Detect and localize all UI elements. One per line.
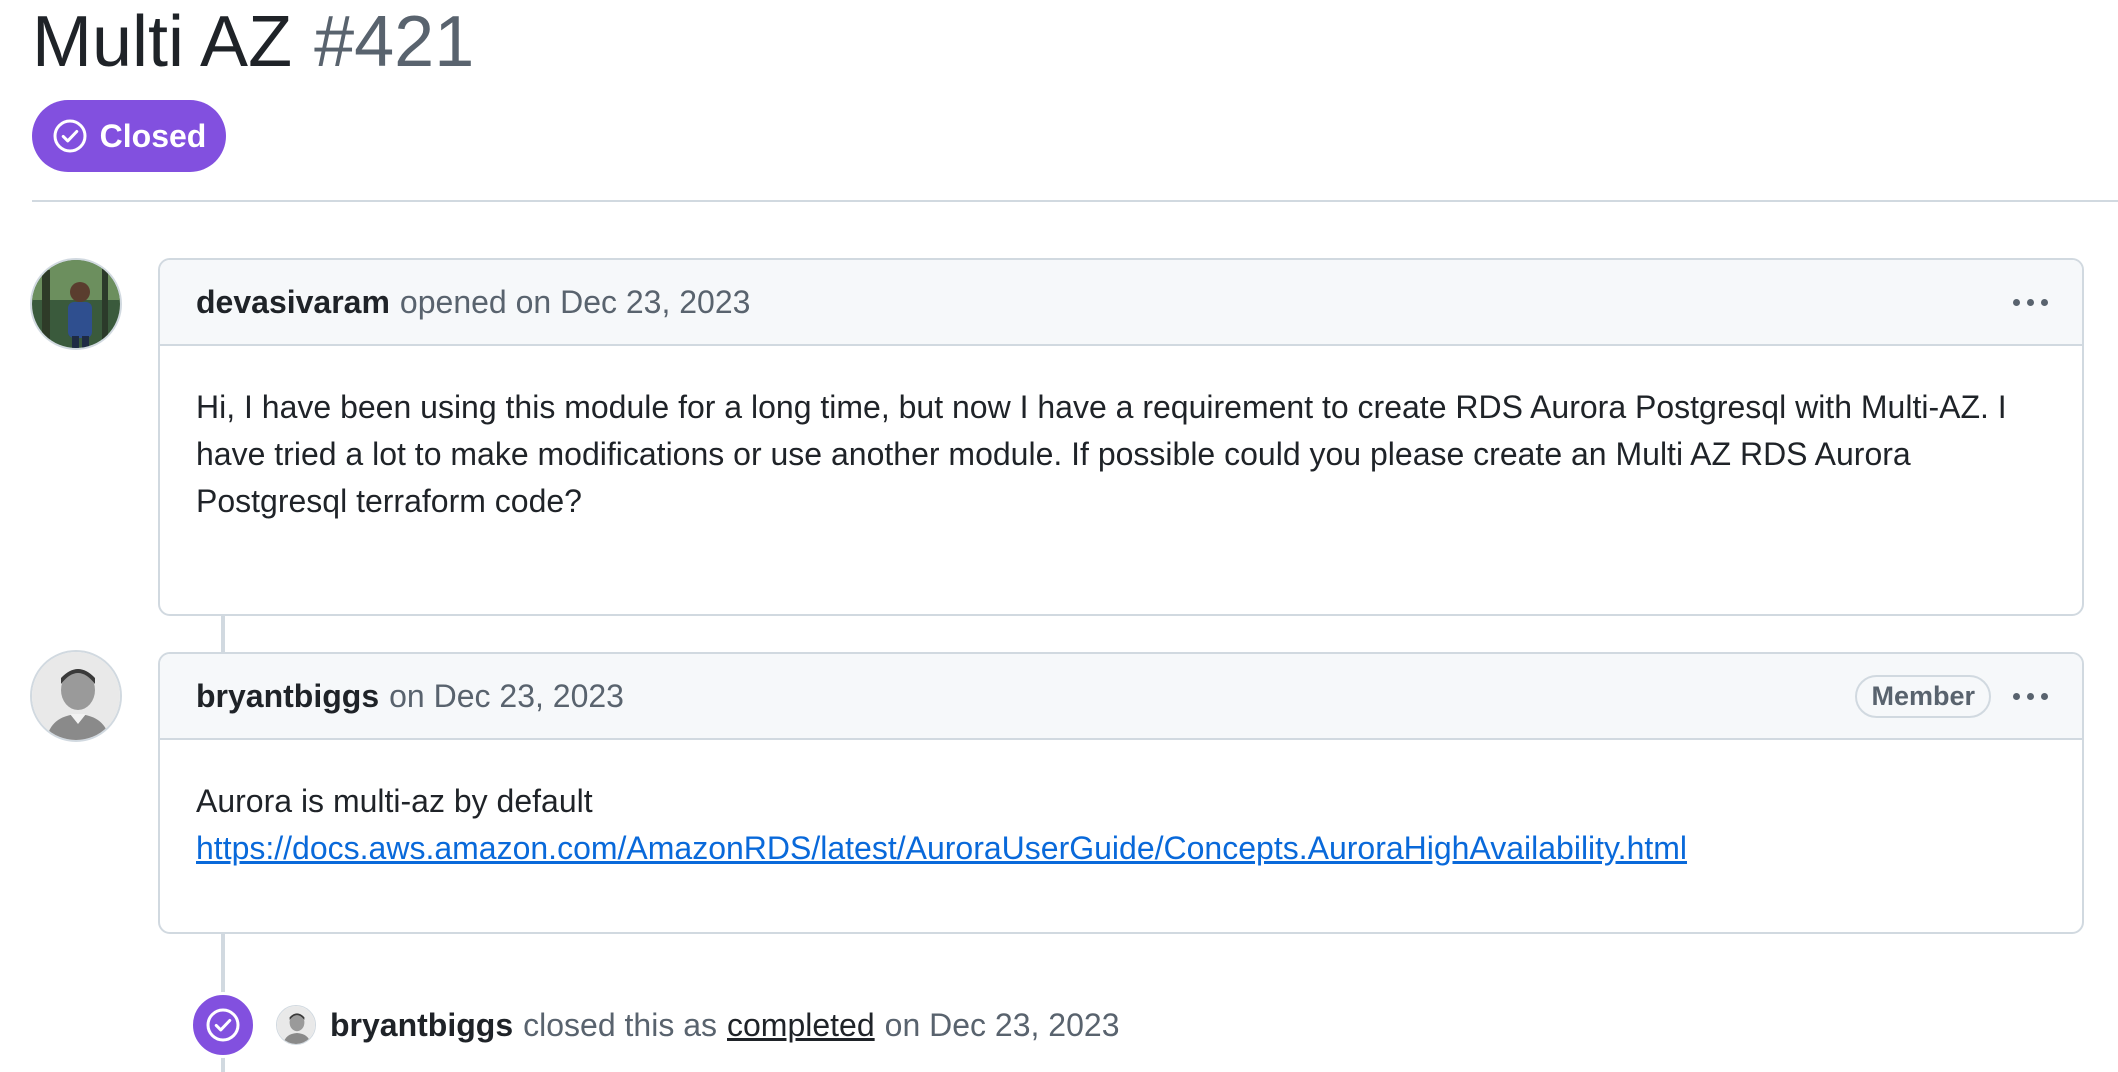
header-divider (32, 200, 2118, 202)
more-options-icon[interactable] (2013, 681, 2048, 711)
comment-header: bryantbiggs on Dec 23, 2023 Member (160, 654, 2082, 740)
issue-title: Multi AZ (32, 2, 293, 82)
avatar[interactable] (30, 258, 122, 350)
avatar-photo-icon (32, 260, 120, 348)
avatar-photo-icon (277, 1006, 315, 1044)
comment-body: Aurora is multi-az by default https://do… (160, 740, 2082, 912)
event-avatar[interactable] (276, 1005, 316, 1045)
avatar-photo-icon (32, 652, 120, 740)
avatar[interactable] (30, 650, 122, 742)
comment-author[interactable]: devasivaram (196, 284, 390, 321)
event-author[interactable]: bryantbiggs (330, 1007, 513, 1044)
check-circle-icon (53, 119, 87, 153)
comment-body: Hi, I have been using this module for a … (160, 346, 2082, 565)
event-date[interactable]: on Dec 23, 2023 (885, 1007, 1120, 1044)
check-circle-icon (206, 1008, 240, 1042)
closed-event-badge (190, 992, 256, 1058)
docs-link[interactable]: https://docs.aws.amazon.com/AmazonRDS/la… (196, 830, 1687, 866)
comment-author[interactable]: bryantbiggs (196, 678, 379, 715)
comment-text: Hi, I have been using this module for a … (196, 389, 2007, 519)
timeline-line (221, 616, 225, 656)
role-badge: Member (1855, 674, 1991, 718)
comment-meta[interactable]: opened on Dec 23, 2023 (400, 284, 751, 321)
more-options-icon[interactable] (2013, 287, 2048, 317)
comment-header: devasivaram opened on Dec 23, 2023 (160, 260, 2082, 346)
comment-meta[interactable]: on Dec 23, 2023 (389, 678, 624, 715)
status-badge: Closed (32, 100, 226, 172)
event-reason-link[interactable]: completed (727, 1007, 875, 1044)
event-action: closed this as (523, 1006, 717, 1043)
comment-text: Aurora is multi-az by default (196, 783, 593, 819)
status-label: Closed (99, 117, 207, 154)
comment-card: bryantbiggs on Dec 23, 2023 Member Auror… (158, 652, 2084, 934)
comment-card: devasivaram opened on Dec 23, 2023 Hi, I… (158, 258, 2084, 616)
timeline-event: bryantbiggs closed this as completed on … (276, 1004, 1119, 1046)
issue-number: #421 (314, 2, 475, 82)
issue-title-row: Multi AZ #421 (32, 0, 474, 84)
